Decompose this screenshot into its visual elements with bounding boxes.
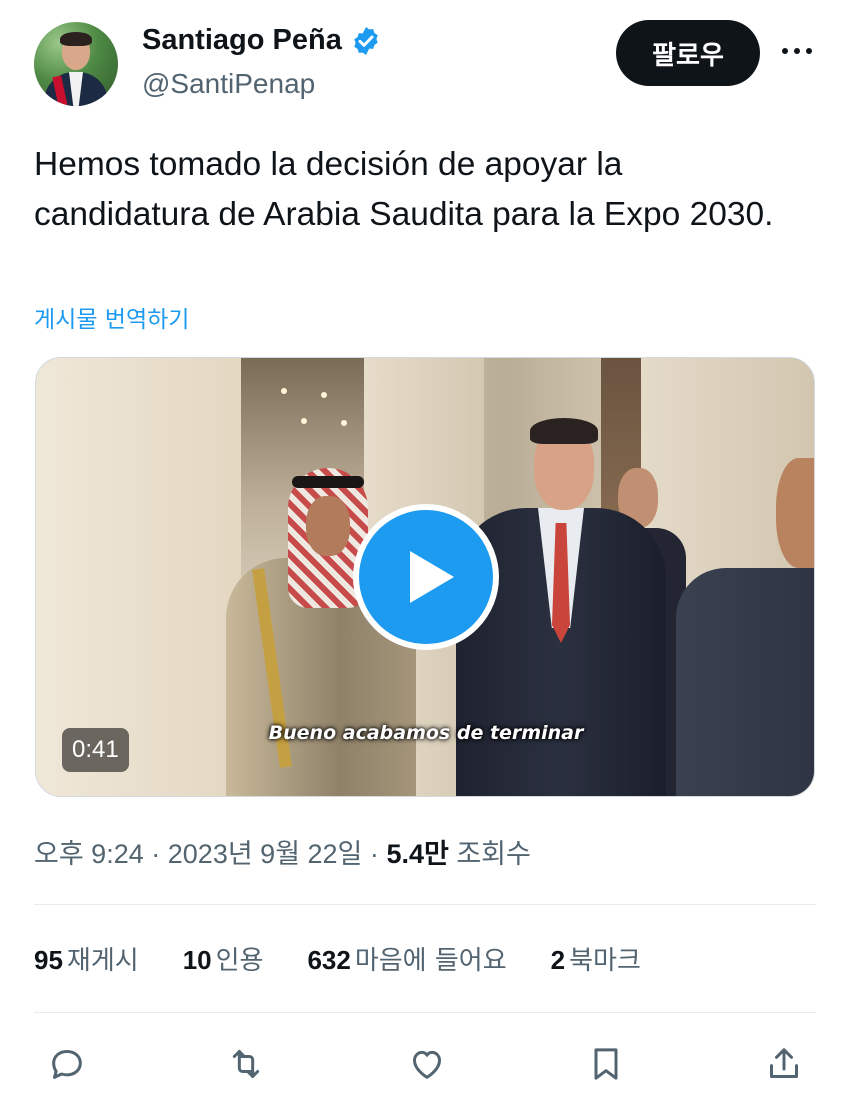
views-label: 조회수 bbox=[456, 839, 531, 869]
author-name[interactable]: Santiago Peña bbox=[142, 24, 342, 57]
video-person bbox=[676, 458, 814, 796]
stat-reposts[interactable]: 95 재게시 bbox=[34, 940, 139, 977]
avatar-hair bbox=[60, 32, 92, 46]
stat-label: 인용 bbox=[215, 946, 264, 976]
stat-count: 95 bbox=[34, 945, 63, 975]
video-duration: 0:41 bbox=[62, 728, 129, 772]
action-bar bbox=[0, 1040, 850, 1090]
ceiling-light bbox=[301, 418, 307, 424]
engagement-stats: 95 재게시 10 인용 632 마음에 들어요 2 북마크 bbox=[34, 940, 685, 977]
author-name-row[interactable]: Santiago Peña bbox=[142, 24, 382, 57]
bookmark-icon[interactable] bbox=[584, 1042, 628, 1086]
tweet-meta: 오후 9:24 · 2023년 9월 22일 · 5.4만 조회수 bbox=[34, 832, 531, 871]
stat-count: 2 bbox=[550, 945, 566, 975]
divider bbox=[34, 1012, 816, 1013]
stat-quotes[interactable]: 10 인용 bbox=[183, 940, 264, 977]
translate-link[interactable]: 게시물 번역하기 bbox=[34, 300, 189, 334]
more-horizontal-icon[interactable] bbox=[780, 34, 814, 68]
play-triangle-icon bbox=[410, 551, 454, 603]
reply-icon[interactable] bbox=[45, 1042, 89, 1086]
follow-button[interactable]: 팔로우 bbox=[616, 20, 760, 86]
stat-count: 10 bbox=[182, 945, 212, 975]
tweet-header: Santiago Peña @SantiPenap 팔로우 bbox=[34, 20, 818, 110]
stat-bookmarks[interactable]: 2 북마크 bbox=[551, 940, 641, 977]
repost-icon[interactable] bbox=[224, 1042, 268, 1086]
more-dots-icon bbox=[782, 48, 812, 54]
author-handle[interactable]: @SantiPenap bbox=[142, 68, 315, 100]
stat-count: 632 bbox=[307, 945, 351, 975]
video-player[interactable]: Bueno acabamos de terminar 0:41 bbox=[35, 357, 815, 797]
like-icon[interactable] bbox=[405, 1042, 449, 1086]
stat-label: 재게시 bbox=[66, 946, 139, 976]
avatar[interactable] bbox=[34, 22, 118, 106]
play-icon[interactable] bbox=[353, 504, 499, 650]
video-caption: Bueno acabamos de terminar bbox=[268, 722, 584, 744]
ceiling-light bbox=[321, 392, 327, 398]
ceiling-light bbox=[341, 420, 347, 426]
stat-label: 북마크 bbox=[569, 946, 641, 976]
divider bbox=[34, 904, 816, 905]
tweet-text: Hemos tomado la decisión de apoyar la ca… bbox=[34, 146, 774, 233]
stat-label: 마음에 들어요 bbox=[354, 946, 507, 976]
verified-badge-icon bbox=[354, 26, 378, 55]
stat-likes[interactable]: 632 마음에 들어요 bbox=[307, 940, 506, 977]
views-count: 5.4만 bbox=[386, 839, 449, 869]
meta-separator: · bbox=[151, 839, 161, 869]
ceiling-light bbox=[281, 388, 287, 394]
tweet-date[interactable]: 2023년 9월 22일 bbox=[168, 839, 363, 869]
meta-separator: · bbox=[369, 839, 379, 869]
share-icon[interactable] bbox=[762, 1042, 806, 1086]
tweet-time[interactable]: 오후 9:24 bbox=[34, 839, 144, 869]
